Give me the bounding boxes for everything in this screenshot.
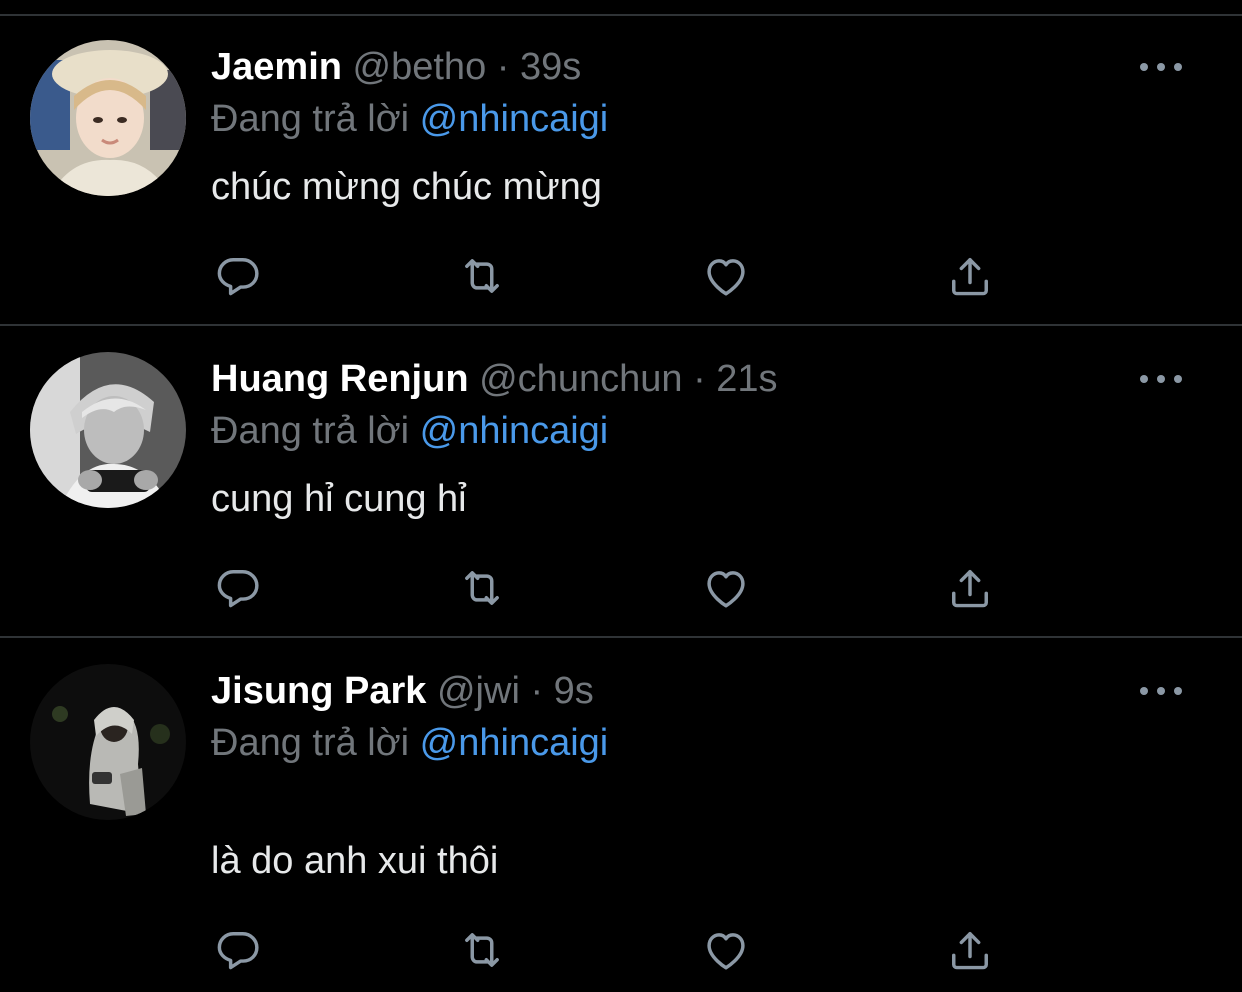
more-options-button[interactable] [1140, 369, 1182, 389]
more-dot-icon [1140, 63, 1148, 71]
tweet-header: Huang Renjun @chunchun · 21s [211, 354, 778, 404]
share-button[interactable] [944, 562, 996, 614]
separator-dot: · [693, 358, 706, 400]
display-name[interactable]: Jaemin [211, 46, 342, 88]
reply-icon [217, 932, 259, 970]
reply-button[interactable] [212, 924, 264, 976]
replying-to: Đang trả lời @nhincaigi [211, 94, 608, 144]
timestamp[interactable]: 21s [716, 358, 777, 400]
like-icon [707, 259, 745, 296]
replying-to: Đang trả lời @nhincaigi [211, 718, 608, 768]
share-icon [952, 570, 988, 608]
like-button[interactable] [700, 250, 752, 302]
reply-button[interactable] [212, 250, 264, 302]
more-dot-icon [1140, 375, 1148, 383]
reply-icon [217, 570, 259, 608]
handle[interactable]: @betho [353, 46, 487, 88]
more-dot-icon [1157, 687, 1165, 695]
reply-icon [217, 258, 259, 296]
reply-button[interactable] [212, 562, 264, 614]
reply-mention-link[interactable]: @nhincaigi [420, 722, 609, 764]
separator-dot: · [530, 670, 544, 712]
more-options-button[interactable] [1140, 681, 1182, 701]
handle[interactable]: @jwi [437, 670, 520, 712]
more-dot-icon [1157, 375, 1165, 383]
like-button[interactable] [700, 562, 752, 614]
share-button[interactable] [944, 924, 996, 976]
timestamp[interactable]: 39s [520, 46, 581, 88]
avatar-jisung[interactable] [30, 664, 186, 820]
separator-dot: · [496, 46, 510, 88]
display-name[interactable]: Huang Renjun [211, 358, 469, 400]
reply-mention-link[interactable]: @nhincaigi [420, 98, 609, 140]
like-icon [707, 933, 745, 970]
tweet-header: Jaemin @betho · 39s [211, 42, 581, 92]
more-options-button[interactable] [1140, 57, 1182, 77]
retweet-button[interactable] [456, 562, 508, 614]
share-icon [952, 258, 988, 296]
tweet-text: chúc mừng chúc mừng [211, 166, 602, 208]
reply-prefix: Đang trả lời [211, 98, 410, 140]
retweet-button[interactable] [456, 250, 508, 302]
like-button[interactable] [700, 924, 752, 976]
replying-to: Đang trả lời @nhincaigi [211, 406, 608, 456]
more-dot-icon [1157, 63, 1165, 71]
share-button[interactable] [944, 250, 996, 302]
tweet-2[interactable]: Huang Renjun @chunchun · 21s Đang trả lờ… [0, 326, 1242, 638]
like-icon [707, 571, 745, 608]
tweet-text: cung hỉ cung hỉ [211, 478, 467, 520]
avatar-renjun[interactable] [30, 352, 186, 508]
retweet-button[interactable] [456, 924, 508, 976]
avatar-jaemin[interactable] [30, 40, 186, 196]
avatar-photo-icon [30, 664, 186, 820]
more-dot-icon [1174, 687, 1182, 695]
tweet-3[interactable]: Jisung Park @jwi · 9s Đang trả lời @nhin… [0, 638, 1242, 992]
reply-mention-link[interactable]: @nhincaigi [420, 410, 609, 452]
timestamp[interactable]: 9s [554, 670, 594, 712]
more-dot-icon [1140, 687, 1148, 695]
retweet-icon [465, 571, 499, 605]
tweet-text: là do anh xui thôi [211, 840, 499, 882]
tweet-1[interactable]: Jaemin @betho · 39s Đang trả lời @nhinca… [0, 0, 1242, 326]
tweet-header: Jisung Park @jwi · 9s [211, 666, 594, 716]
display-name[interactable]: Jisung Park [211, 670, 426, 712]
reply-prefix: Đang trả lời [211, 410, 410, 452]
avatar-photo-icon [30, 352, 186, 508]
retweet-icon [465, 259, 499, 293]
share-icon [952, 932, 988, 970]
reply-prefix: Đang trả lời [211, 722, 410, 764]
handle[interactable]: @chunchun [479, 358, 682, 400]
avatar-photo-icon [30, 40, 186, 196]
retweet-icon [465, 933, 499, 967]
more-dot-icon [1174, 375, 1182, 383]
more-dot-icon [1174, 63, 1182, 71]
